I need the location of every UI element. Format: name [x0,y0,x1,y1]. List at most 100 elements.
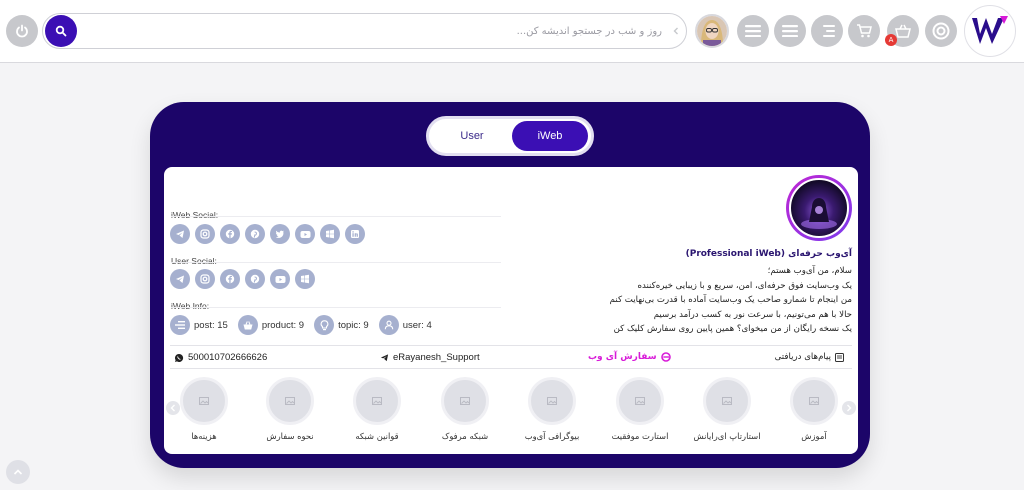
chevron-right-icon [847,404,852,412]
category-label: بیوگرافی آی‌وب [524,431,580,441]
iweb-info-label: iWeb Info: [171,301,210,311]
category-item[interactable]: استارت موفقیت [610,377,670,441]
align-button[interactable] [811,15,843,47]
category-item[interactable]: آموزش [784,377,844,441]
menu-icon [745,25,761,37]
order-iweb-label: سفارش آی وب [588,352,657,362]
stat-posts: post: 15 [170,315,228,335]
image-placeholder-icon [528,377,576,425]
chevron-left-icon [670,25,682,37]
align-right-icon [823,25,835,37]
divider [171,216,501,217]
category-label: آموزش [801,431,827,441]
iweb-logo[interactable] [964,5,1016,57]
scroll-to-top-button[interactable] [6,460,30,484]
iweb-social-icons [170,224,365,244]
stat-products: product: 9 [237,315,305,335]
profile-avatar[interactable] [786,175,852,241]
phone-link[interactable]: 500010702666626 [170,352,267,363]
telegram-icon [380,354,389,362]
stat-text: topic: 9 [338,319,369,331]
stat-text: post: 15 [194,319,228,331]
telegram-handle: eRayanesh_Support [393,352,480,363]
image-placeholder-icon [790,377,838,425]
category-label: نحوه سفارش [266,431,314,441]
search-icon [55,25,67,37]
instagram-icon[interactable] [195,224,215,244]
category-item[interactable]: هزینه‌ها [174,377,234,441]
image-placeholder-icon [180,377,228,425]
bio-line: سلام، من آی‌وب هستم؛ [767,266,852,276]
facebook-icon[interactable] [220,269,240,289]
youtube-icon[interactable] [295,224,315,244]
category-item[interactable]: بیوگرافی آی‌وب [522,377,582,441]
profile-bio: سلام، من آی‌وب هستم؛ یک وب‌سایت فوق حرفه… [432,264,852,337]
image-placeholder-icon [266,377,314,425]
pinterest-icon[interactable] [245,224,265,244]
target-icon [932,22,950,40]
image-placeholder-icon [441,377,489,425]
avatar[interactable] [695,14,729,48]
telegram-support-link[interactable]: eRayanesh_Support [376,352,480,363]
bio-line: حالا با هم می‌تونیم، با سرعت نور به کسب … [653,309,852,320]
target-button[interactable] [925,15,957,47]
image-placeholder-icon [353,377,401,425]
top-bar: A [0,0,1024,63]
power-button[interactable] [6,15,38,47]
pinterest-icon[interactable] [245,269,265,289]
bio-line: یک وب‌سایت فوق حرفه‌ای، امن، سریع و با ز… [637,280,852,291]
profile-details: iWeb Social: User Social: iWeb Info: pos… [164,167,858,454]
phone-number: 500010702666626 [188,352,268,363]
power-icon [16,24,28,38]
received-messages-link[interactable]: پیام‌های دریافتی [775,352,848,362]
menu-button[interactable] [737,15,769,47]
stat-text: product: 9 [261,319,305,331]
iweb-social-label: iWeb Social: [171,210,219,220]
lightbulb-icon [314,315,335,335]
carousel-next-button[interactable] [842,401,856,415]
linkedin-icon[interactable] [345,224,365,244]
internet-explorer-icon [660,352,671,362]
whatsapp-icon [175,353,184,362]
stat-topics: topic: 9 [314,315,369,335]
category-label: شبکه مرفوک [441,431,489,441]
category-item[interactable]: شبکه مرفوک [435,377,495,441]
facebook-icon[interactable] [220,224,240,244]
windows-icon[interactable] [320,224,340,244]
category-item[interactable]: قوانین شبکه [347,377,407,441]
cart-icon [857,24,872,38]
stat-text: user: 4 [402,319,432,331]
user-social-icons [170,269,315,289]
received-messages-label: پیام‌های دریافتی [774,352,831,362]
category-item[interactable]: استارتاپ ای‌رایانش [693,377,761,441]
menu-button-2[interactable] [774,15,806,47]
profile-avatar-image [789,178,849,238]
basket-icon [895,24,911,38]
telegram-icon[interactable] [170,224,190,244]
tab-user[interactable]: User [437,123,507,149]
search-button[interactable] [45,15,77,47]
category-label: استارتاپ ای‌رایانش [693,431,761,441]
divider [170,368,852,369]
order-iweb-link[interactable]: سفارش آی وب [588,352,675,362]
image-placeholder-icon [616,377,664,425]
youtube-icon[interactable] [270,269,290,289]
twitter-icon[interactable] [270,224,290,244]
search-input[interactable] [83,18,668,44]
tab-iweb[interactable]: iWeb [512,121,588,151]
category-label: هزینه‌ها [191,431,217,441]
windows-icon[interactable] [295,269,315,289]
divider [170,345,852,346]
category-item[interactable]: نحوه سفارش [260,377,320,441]
logo-icon [972,16,1008,44]
search-bar [42,13,687,49]
stat-users: user: 4 [378,315,432,335]
iweb-info-stats: post: 15 product: 9 topic: 9 user: 4 [170,315,442,335]
bio-line: یک نسخه رایگان از من میخوای؟ همین پایین … [613,324,852,334]
telegram-icon[interactable] [170,269,190,289]
menu-icon [782,25,798,37]
instagram-icon[interactable] [195,269,215,289]
chevron-up-icon [13,469,23,475]
cart-button[interactable] [848,15,880,47]
user-social-label: User Social: [171,256,217,266]
